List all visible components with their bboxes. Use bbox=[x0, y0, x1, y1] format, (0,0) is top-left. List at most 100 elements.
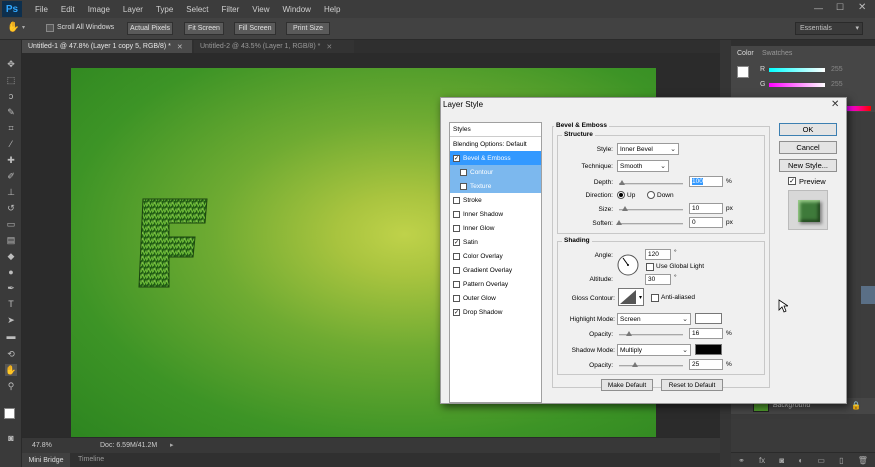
soften-input[interactable]: 0 bbox=[689, 217, 723, 228]
maximize-icon[interactable]: ☐ bbox=[836, 2, 844, 13]
fx-icon[interactable]: fx bbox=[759, 456, 765, 465]
new-layer-icon[interactable]: ▯ bbox=[839, 456, 843, 465]
checkbox-checked[interactable]: ✓ bbox=[453, 154, 460, 162]
type-tool-icon[interactable]: T bbox=[5, 298, 17, 310]
style-item-inner-shadow[interactable]: Inner Shadow bbox=[450, 207, 541, 221]
shadow-color-swatch[interactable] bbox=[695, 344, 722, 355]
menu-select[interactable]: Select bbox=[186, 5, 208, 14]
style-item-gradient-overlay[interactable]: Gradient Overlay bbox=[450, 263, 541, 277]
menu-filter[interactable]: Filter bbox=[222, 5, 240, 14]
link-icon[interactable]: ⚭ bbox=[738, 456, 745, 465]
menu-help[interactable]: Help bbox=[324, 5, 340, 14]
shadow-mode-select[interactable]: Multiply ⌄ bbox=[617, 344, 691, 356]
reset-default-button[interactable]: Reset to Default bbox=[661, 379, 723, 391]
checkbox[interactable] bbox=[453, 224, 460, 232]
history-brush-icon[interactable]: ↺ bbox=[5, 202, 17, 214]
checkbox[interactable] bbox=[453, 196, 460, 204]
direction-up-radio[interactable] bbox=[617, 191, 625, 199]
style-item-pattern-overlay[interactable]: Pattern Overlay bbox=[450, 277, 541, 291]
style-item-texture[interactable]: Texture bbox=[450, 179, 541, 193]
angle-dial[interactable] bbox=[617, 254, 639, 276]
channel-r-value[interactable]: 255 bbox=[831, 66, 843, 73]
global-light-checkbox[interactable] bbox=[646, 263, 654, 271]
zoom-tool-icon[interactable]: ⚲ bbox=[5, 380, 17, 392]
cancel-button[interactable]: Cancel bbox=[779, 141, 837, 154]
make-default-button[interactable]: Make Default bbox=[601, 379, 653, 391]
slider-thumb[interactable] bbox=[619, 180, 625, 185]
shadow-opacity-input[interactable]: 25 bbox=[689, 359, 723, 370]
tab-mini-bridge[interactable]: Mini Bridge bbox=[22, 453, 70, 467]
gradient-tool-icon[interactable]: ▤ bbox=[5, 234, 17, 246]
zoom-level[interactable]: 47.8% bbox=[32, 442, 52, 449]
foreground-color-swatch[interactable] bbox=[4, 408, 15, 419]
menu-edit[interactable]: Edit bbox=[61, 5, 75, 14]
size-slider[interactable] bbox=[619, 206, 683, 211]
actual-pixels-button[interactable]: Actual Pixels bbox=[127, 22, 173, 35]
close-icon[interactable]: ✕ bbox=[177, 43, 183, 51]
technique-select[interactable]: Smooth ⌄ bbox=[617, 160, 669, 172]
chevron-down-icon[interactable]: ▾ bbox=[22, 24, 25, 31]
style-item-satin[interactable]: ✓ Satin bbox=[450, 235, 541, 249]
style-item-drop-shadow[interactable]: ✓ Drop Shadow bbox=[450, 305, 541, 319]
move-tool-icon[interactable]: ✥ bbox=[5, 58, 17, 70]
angle-input[interactable]: 120 bbox=[645, 249, 671, 260]
fill-screen-button[interactable]: Fill Screen bbox=[234, 22, 276, 35]
foreground-color-swatch[interactable] bbox=[737, 66, 749, 78]
highlight-opacity-slider[interactable] bbox=[619, 331, 683, 336]
healing-tool-icon[interactable]: ✚ bbox=[5, 154, 17, 166]
checkbox-checked[interactable]: ✓ bbox=[453, 308, 460, 316]
adjustment-icon[interactable]: ◐ bbox=[798, 456, 803, 465]
pen-tool-icon[interactable]: ✒ bbox=[5, 282, 17, 294]
style-item-outer-glow[interactable]: Outer Glow bbox=[450, 291, 541, 305]
menu-image[interactable]: Image bbox=[88, 5, 110, 14]
direction-down-radio[interactable] bbox=[647, 191, 655, 199]
tab-untitled-2[interactable]: Untitled-2 @ 43.5% (Layer 1, RGB/8) * ✕ bbox=[194, 40, 354, 53]
new-style-button[interactable]: New Style... bbox=[779, 159, 837, 172]
menu-file[interactable]: File bbox=[35, 5, 48, 14]
blur-tool-icon[interactable]: ◆ bbox=[5, 250, 17, 262]
depth-input[interactable]: 100 bbox=[689, 176, 723, 187]
checkbox[interactable] bbox=[453, 294, 460, 302]
print-size-button[interactable]: Print Size bbox=[286, 22, 330, 35]
shape-tool-icon[interactable]: ▬ bbox=[5, 330, 17, 342]
trash-icon[interactable]: 🗑 bbox=[858, 456, 868, 465]
channel-g-value[interactable]: 255 bbox=[831, 81, 843, 88]
brush-tool-icon[interactable]: ✐ bbox=[5, 170, 17, 182]
checkbox[interactable] bbox=[453, 252, 460, 260]
3d-tool-icon[interactable]: ⟲ bbox=[5, 348, 17, 360]
checkbox-checked[interactable]: ✓ bbox=[453, 238, 460, 246]
fit-screen-button[interactable]: Fit Screen bbox=[184, 22, 224, 35]
tab-untitled-1[interactable]: Untitled-1 @ 47.8% (Layer 1 copy 5, RGB/… bbox=[22, 40, 192, 53]
lasso-tool-icon[interactable]: ↄ bbox=[5, 90, 17, 102]
crop-tool-icon[interactable]: ⌗ bbox=[5, 122, 17, 134]
preview-checkbox[interactable]: ✓ bbox=[788, 177, 796, 185]
style-item-bevel-emboss[interactable]: ✓ Bevel & Emboss bbox=[450, 151, 541, 165]
chevron-right-icon[interactable]: ▸ bbox=[170, 441, 174, 449]
style-item-contour[interactable]: Contour bbox=[450, 165, 541, 179]
mask-icon[interactable]: ◙ bbox=[779, 456, 784, 465]
quick-mask-icon[interactable]: ◙ bbox=[5, 432, 17, 444]
style-item-color-overlay[interactable]: Color Overlay bbox=[450, 249, 541, 263]
menu-layer[interactable]: Layer bbox=[123, 5, 143, 14]
checkbox[interactable] bbox=[453, 210, 460, 218]
style-item-inner-glow[interactable]: Inner Glow bbox=[450, 221, 541, 235]
menu-view[interactable]: View bbox=[252, 5, 269, 14]
highlight-color-swatch[interactable] bbox=[695, 313, 722, 324]
hand-tool-icon[interactable]: ✋ bbox=[7, 22, 19, 33]
stamp-tool-icon[interactable]: ⊥ bbox=[5, 186, 17, 198]
channel-r-slider[interactable] bbox=[769, 68, 825, 72]
eyedropper-tool-icon[interactable]: ⁄ bbox=[5, 138, 17, 150]
dodge-tool-icon[interactable]: ● bbox=[5, 266, 17, 278]
folder-icon[interactable]: ▭ bbox=[817, 456, 825, 465]
layer-row-selected[interactable] bbox=[861, 286, 875, 304]
tab-timeline[interactable]: Timeline bbox=[78, 456, 104, 463]
checkbox[interactable] bbox=[460, 168, 467, 176]
marquee-tool-icon[interactable]: ⬚ bbox=[5, 74, 17, 86]
close-window-icon[interactable]: ✕ bbox=[858, 2, 866, 13]
slider-thumb[interactable] bbox=[632, 362, 638, 367]
scroll-all-checkbox[interactable] bbox=[46, 24, 54, 32]
shadow-opacity-slider[interactable] bbox=[619, 362, 683, 367]
highlight-mode-select[interactable]: Screen ⌄ bbox=[617, 313, 691, 325]
slider-thumb[interactable] bbox=[616, 220, 622, 225]
ok-button[interactable]: OK bbox=[779, 123, 837, 136]
